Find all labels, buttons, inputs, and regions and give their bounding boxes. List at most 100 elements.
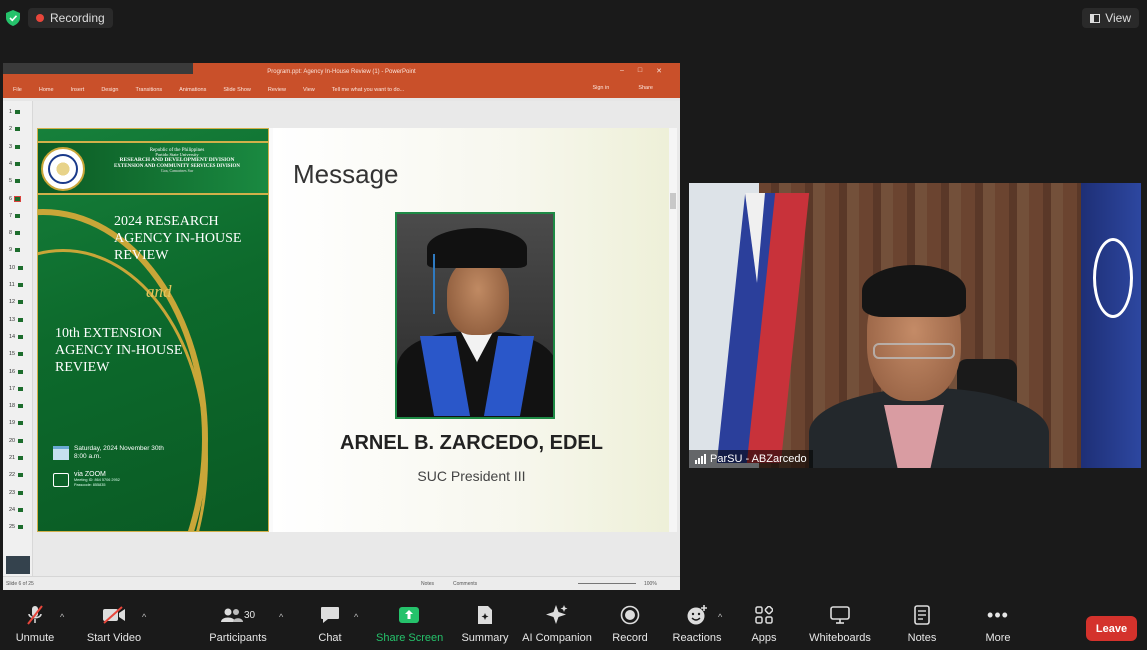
slide-thumbnail-number: 23 (9, 489, 16, 496)
unmute-button[interactable]: Unmute (12, 604, 58, 644)
slide-thumbnail[interactable]: 24 (9, 507, 24, 513)
ribbon-tab-animations[interactable]: Animations (179, 87, 206, 93)
slide-thumbnail[interactable]: 4 (9, 161, 21, 167)
slide-thumbnail[interactable]: 7 (9, 213, 21, 219)
slide-thumbnail[interactable]: 1 (9, 109, 21, 115)
ribbon-tab-insert[interactable]: Insert (71, 87, 85, 93)
slide-thumbnail[interactable]: 23 (9, 489, 24, 496)
event-title-research: 2024 RESEARCH AGENCY IN-HOUSE REVIEW (114, 214, 242, 263)
ribbon-tab-review[interactable]: Review (268, 87, 286, 93)
view-button[interactable]: View (1082, 8, 1139, 28)
slide-thumbnail[interactable]: 21 (9, 455, 24, 461)
shield-icon[interactable] (6, 10, 20, 26)
slide-thumbnail[interactable]: 16 (9, 368, 24, 375)
slide-thumbnail[interactable]: 8 (9, 230, 21, 236)
record-button[interactable]: Record (608, 604, 652, 644)
ppt-window-title: Program.ppt: Agency In-House Review (1) … (267, 69, 416, 75)
audio-options-caret-icon[interactable]: ^ (60, 612, 64, 622)
slide-thumbnail[interactable]: 10 (9, 264, 24, 271)
more-button[interactable]: ••• More (980, 604, 1016, 645)
maximize-icon[interactable]: □ (638, 67, 642, 75)
summary-button[interactable]: Summary (458, 604, 512, 644)
chat-options-caret-icon[interactable]: ^ (354, 612, 358, 622)
meeting-passcode: Passcode: 855835 (74, 483, 106, 487)
participants-label: Participants (209, 632, 267, 644)
portrait-face (447, 259, 509, 335)
ai-companion-button[interactable]: AI Companion (522, 604, 592, 644)
slide-thumbnail-image (18, 404, 24, 409)
slide-thumbnail-number: 10 (9, 264, 16, 271)
slide-thumbnail-image (18, 507, 24, 512)
slide-thumbnail[interactable]: 11 (9, 282, 23, 288)
slide-thumbnail[interactable]: 15 (9, 351, 24, 357)
slide-thumbnail-image (18, 490, 24, 495)
slide-thumbnail[interactable]: 20 (9, 438, 24, 444)
summary-label: Summary (461, 632, 509, 644)
slide-thumbnail-image (18, 334, 24, 339)
thumbnail-preview[interactable] (6, 556, 30, 574)
slide-thumbnail[interactable]: 2 (9, 126, 21, 132)
leave-button[interactable]: Leave (1086, 616, 1137, 641)
slide-thumbnail-number: 5 (9, 178, 13, 185)
slide-thumbnail[interactable]: 22 (9, 472, 24, 478)
slide-thumbnail[interactable]: 17 (9, 385, 24, 392)
status-notes-button[interactable]: Notes (421, 581, 434, 587)
slide-thumbnail[interactable]: 9 (9, 247, 21, 253)
slide-thumbnail-image (15, 248, 21, 253)
slide-thumbnail[interactable]: 5 (9, 178, 21, 185)
minimize-icon[interactable]: – (620, 67, 624, 75)
slide-thumbnail[interactable]: 13 (9, 317, 24, 323)
slide-thumbnail-pane[interactable]: 1 2 3 4 5 6 7 8 9 10 11 12 13 14 15 16 17 18 19 20 21 22 23 24 2… (3, 101, 33, 576)
slide-thumbnail[interactable]: 12 (9, 299, 24, 306)
participant-name-tag: ParSU - ABZarcedo (689, 450, 813, 468)
ai-companion-label: AI Companion (522, 632, 592, 644)
slide-thumbnail-number: 11 (9, 282, 15, 288)
ribbon-tab-slide-show[interactable]: Slide Show (223, 87, 251, 93)
whiteboards-button[interactable]: Whiteboards (806, 604, 874, 644)
ribbon-tab-design[interactable]: Design (101, 87, 118, 93)
slide-thumbnail-image (15, 144, 21, 149)
slide-thumbnail[interactable]: 3 (9, 144, 21, 150)
share-button[interactable]: Share (638, 85, 653, 91)
recording-label: Recording (50, 11, 105, 25)
participants-button[interactable]: 30 Participants (208, 604, 268, 644)
share-screen-button[interactable]: Share Screen (376, 604, 443, 644)
participants-options-caret-icon[interactable]: ^ (279, 612, 283, 622)
scrollbar-thumb[interactable] (670, 193, 676, 209)
close-icon[interactable]: ✕ (656, 67, 662, 75)
ribbon-tab-view[interactable]: View (303, 87, 315, 93)
current-slide[interactable]: Republic of the Philippines Partido Stat… (37, 128, 670, 532)
slide-vertical-scrollbar[interactable] (669, 128, 677, 532)
status-comments-button[interactable]: Comments (453, 581, 477, 587)
slide-thumbnail[interactable]: 6 (9, 195, 22, 202)
ribbon-tell-me[interactable]: Tell me what you want to do... (332, 87, 404, 93)
reactions-options-caret-icon[interactable]: ^ (718, 612, 722, 622)
sign-in-link[interactable]: Sign in (592, 85, 609, 91)
person-hair (862, 265, 966, 317)
slide-heading: Message (293, 159, 399, 189)
notes-button[interactable]: Notes (902, 604, 942, 644)
slide-thumbnail-image (18, 265, 24, 270)
ribbon-tab-transitions[interactable]: Transitions (135, 87, 162, 93)
participants-count: 30 (243, 609, 256, 621)
slide-thumbnail[interactable]: 25 (9, 524, 24, 530)
video-options-caret-icon[interactable]: ^ (142, 612, 146, 622)
ribbon-tab-home[interactable]: Home (39, 87, 54, 93)
zoom-slider[interactable] (578, 583, 636, 584)
slide-thumbnail-number: 17 (9, 385, 16, 392)
slide-thumbnail-number: 12 (9, 299, 16, 306)
apps-button[interactable]: Apps (746, 604, 782, 644)
slide-thumbnail[interactable]: 14 (9, 334, 24, 340)
reactions-button[interactable]: Reactions (672, 604, 722, 644)
chat-button[interactable]: Chat (312, 604, 348, 644)
view-label: View (1105, 11, 1131, 25)
start-video-button[interactable]: Start Video (86, 604, 142, 644)
slide-thumbnail[interactable]: 19 (9, 420, 24, 426)
slide-thumbnail[interactable]: 18 (9, 403, 24, 409)
recording-indicator[interactable]: Recording (28, 8, 113, 28)
slide-thumbnail-image (18, 525, 24, 530)
participant-video-tile[interactable]: ParSU - ABZarcedo (689, 183, 1141, 468)
slide-thumbnail-number: 16 (9, 368, 16, 375)
ribbon-tab-file[interactable]: File (13, 87, 22, 93)
notes-label: Notes (907, 632, 937, 644)
